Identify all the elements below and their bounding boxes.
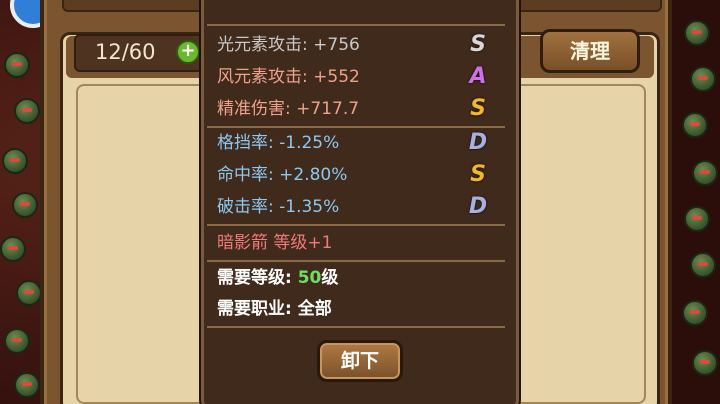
add-slots-button[interactable]: + — [176, 40, 200, 64]
zombie-enemy-icon — [692, 350, 718, 376]
stat-wind-attack: 风元素攻击: +552 — [217, 67, 360, 87]
zombie-enemy-icon — [0, 236, 26, 262]
zombie-enemy-icon — [14, 98, 40, 124]
skill-bonus: 暗影箭 等级+1 — [217, 233, 333, 253]
zombie-enemy-icon — [684, 206, 710, 232]
stat-block-rate: 格挡率: -1.25% — [217, 133, 340, 153]
tooltip-divider — [207, 224, 505, 226]
grade-badge: S — [470, 162, 486, 187]
stat-hit-rate: 命中率: +2.80% — [217, 165, 348, 185]
slot-count: 12/60 — [95, 40, 156, 64]
tooltip-divider — [207, 24, 505, 26]
zombie-enemy-icon — [684, 20, 710, 46]
zombie-enemy-icon — [690, 252, 716, 278]
required-level-prefix: 需要等级: — [217, 268, 298, 288]
required-class: 需要职业: 全部 — [217, 299, 332, 319]
tooltip-divider — [207, 260, 505, 262]
required-level: 需要等级: 50级 — [217, 267, 338, 289]
zombie-enemy-icon — [16, 280, 42, 306]
grade-badge: A — [469, 64, 487, 89]
grade-badge: D — [468, 130, 488, 155]
zombie-enemy-icon — [682, 300, 708, 326]
zombie-enemy-icon — [12, 192, 38, 218]
battle-background-right — [672, 0, 720, 404]
stat-break-rate: 破击率: -1.35% — [217, 197, 340, 217]
zombie-enemy-icon — [2, 148, 28, 174]
zombie-enemy-icon — [682, 112, 708, 138]
required-level-suffix: 级 — [321, 268, 339, 288]
unequip-button[interactable]: 卸下 — [317, 340, 403, 382]
zombie-enemy-icon — [690, 66, 716, 92]
stat-precision-damage: 精准伤害: +717.7 — [217, 99, 360, 119]
zombie-enemy-icon — [14, 372, 40, 398]
tooltip-divider — [207, 126, 505, 128]
zombie-enemy-icon — [692, 160, 718, 186]
grade-badge: S — [470, 32, 486, 57]
zombie-enemy-icon — [4, 328, 30, 354]
clear-button[interactable]: 清理 — [540, 29, 640, 73]
stat-light-attack: 光元素攻击: +756 — [217, 35, 360, 55]
grade-badge: S — [470, 96, 486, 121]
grade-badge: D — [468, 194, 488, 219]
tooltip-divider — [207, 326, 505, 328]
required-level-value: 50 — [297, 268, 322, 288]
zombie-enemy-icon — [4, 52, 30, 78]
